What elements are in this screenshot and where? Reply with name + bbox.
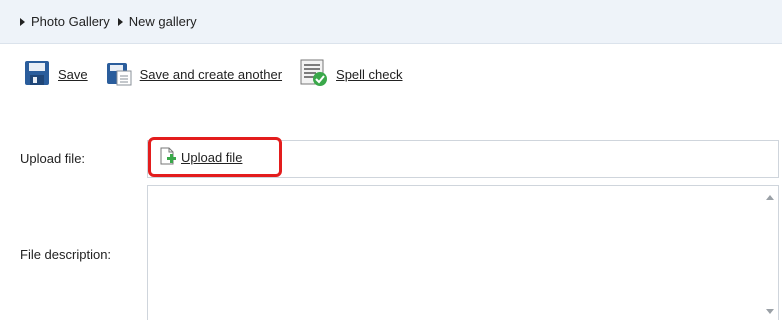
save-button[interactable]: Save <box>24 60 88 89</box>
scroll-up-icon[interactable] <box>766 195 774 200</box>
add-file-icon <box>159 147 177 168</box>
save-and-create-another-label[interactable]: Save and create another <box>140 67 282 82</box>
scroll-down-icon[interactable] <box>766 309 774 314</box>
breadcrumb-item-photo-gallery[interactable]: Photo Gallery <box>20 14 110 29</box>
breadcrumb-item-new-gallery: New gallery <box>117 14 197 29</box>
upload-file-field: Upload file <box>147 137 779 178</box>
triangle-right-icon <box>117 17 123 26</box>
breadcrumb-label: New gallery <box>128 14 197 29</box>
save-label[interactable]: Save <box>58 67 88 82</box>
breadcrumb: Photo Gallery New gallery <box>0 0 782 44</box>
save-and-create-another-button[interactable]: Save and create another <box>106 60 282 89</box>
triangle-right-icon <box>20 17 25 26</box>
breadcrumb-label[interactable]: Photo Gallery <box>31 14 110 29</box>
file-description-textarea[interactable] <box>147 185 779 320</box>
toolbar: Save Save and create another Spell check <box>0 56 782 92</box>
file-description-label: File description: <box>20 247 112 262</box>
floppy-disk-icon <box>24 60 50 89</box>
upload-file-button-label[interactable]: Upload file <box>181 150 242 165</box>
scrollbar[interactable] <box>760 186 778 320</box>
upload-file-button[interactable]: Upload file <box>148 137 282 177</box>
save-new-icon <box>106 60 132 89</box>
upload-file-label: Upload file: <box>20 151 86 166</box>
spell-check-label[interactable]: Spell check <box>336 67 402 82</box>
spell-check-button[interactable]: Spell check <box>300 59 403 90</box>
spell-check-icon <box>300 59 328 90</box>
